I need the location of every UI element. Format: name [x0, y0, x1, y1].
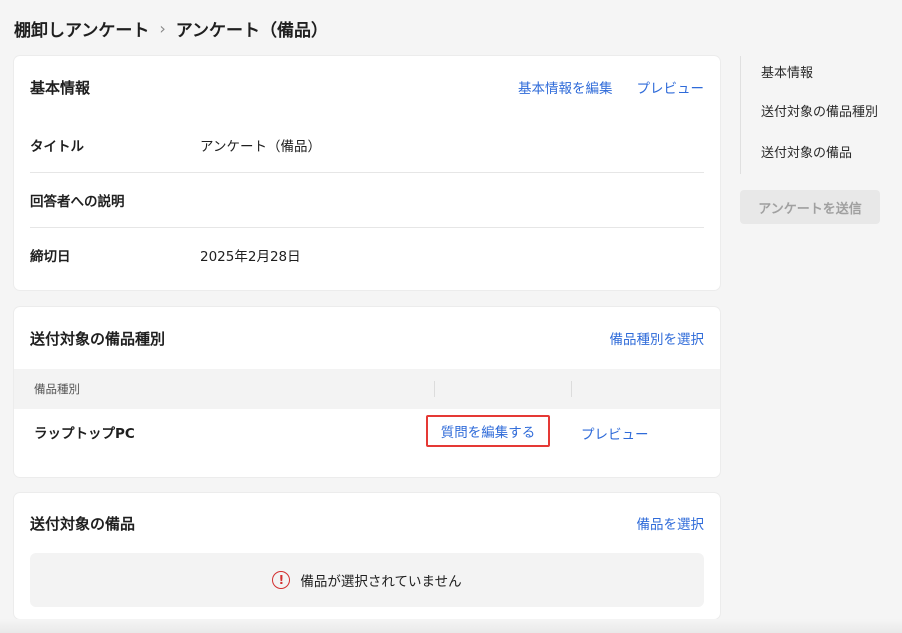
page-title: アンケート（備品） — [175, 21, 329, 41]
side-panel: 基本情報 送付対象の備品種別 送付対象の備品 アンケートを送信 — [740, 56, 890, 224]
table-row: ラップトップPC 質問を編集する プレビュー — [14, 409, 720, 455]
info-value: アンケート（備品） — [200, 139, 321, 155]
edit-questions-button[interactable]: 質問を編集する — [426, 415, 550, 447]
edit-basic-info-link[interactable]: 基本情報を編集 — [518, 77, 613, 97]
info-value: 2025年2月28日 — [200, 249, 301, 265]
breadcrumb: 棚卸しアンケート › アンケート（備品） — [14, 16, 328, 41]
section-nav: 基本情報 送付対象の備品種別 送付対象の備品 — [740, 56, 890, 174]
info-row-deadline: 締切日 2025年2月28日 — [30, 227, 704, 282]
info-label: 締切日 — [30, 249, 71, 265]
basic-info-title: 基本情報 — [30, 78, 91, 97]
equipment-card: 送付対象の備品 備品を選択 ! 備品が選択されていません — [14, 493, 720, 619]
info-row-description: 回答者への説明 — [30, 172, 704, 227]
equipment-types-title: 送付対象の備品種別 — [30, 329, 166, 348]
preview-link[interactable]: プレビュー — [637, 77, 705, 97]
section-nav-item-equipment[interactable]: 送付対象の備品 — [761, 133, 890, 174]
empty-state: ! 備品が選択されていません — [30, 553, 704, 607]
column-header-equipment-type: 備品種別 — [34, 382, 80, 396]
equipment-type-name: ラップトップPC — [34, 426, 135, 442]
section-nav-item-equipment-types[interactable]: 送付対象の備品種別 — [761, 92, 890, 133]
row-preview-link[interactable]: プレビュー — [581, 423, 649, 443]
warning-icon: ! — [272, 571, 291, 589]
table-header: 備品種別 — [14, 369, 720, 409]
equipment-title: 送付対象の備品 — [30, 514, 136, 533]
info-label: タイトル — [30, 139, 84, 155]
equipment-types-card: 送付対象の備品種別 備品種別を選択 備品種別 ラップトップPC 質問を編集する … — [14, 307, 720, 477]
breadcrumb-separator-icon: › — [159, 19, 166, 38]
info-label: 回答者への説明 — [30, 194, 125, 210]
send-survey-button[interactable]: アンケートを送信 — [740, 190, 880, 224]
section-nav-item-basic-info[interactable]: 基本情報 — [761, 56, 890, 92]
basic-info-card: 基本情報 基本情報を編集 プレビュー タイトル アンケート（備品） 回答者への説… — [14, 56, 720, 290]
empty-message: 備品が選択されていません — [300, 574, 462, 590]
breadcrumb-parent[interactable]: 棚卸しアンケート — [14, 16, 149, 41]
bottom-shadow — [0, 619, 902, 633]
info-row-title: タイトル アンケート（備品） — [30, 118, 704, 172]
select-equipment-link[interactable]: 備品を選択 — [637, 513, 705, 533]
column-divider — [434, 381, 435, 397]
select-equipment-type-link[interactable]: 備品種別を選択 — [610, 328, 705, 348]
column-divider — [571, 381, 572, 397]
